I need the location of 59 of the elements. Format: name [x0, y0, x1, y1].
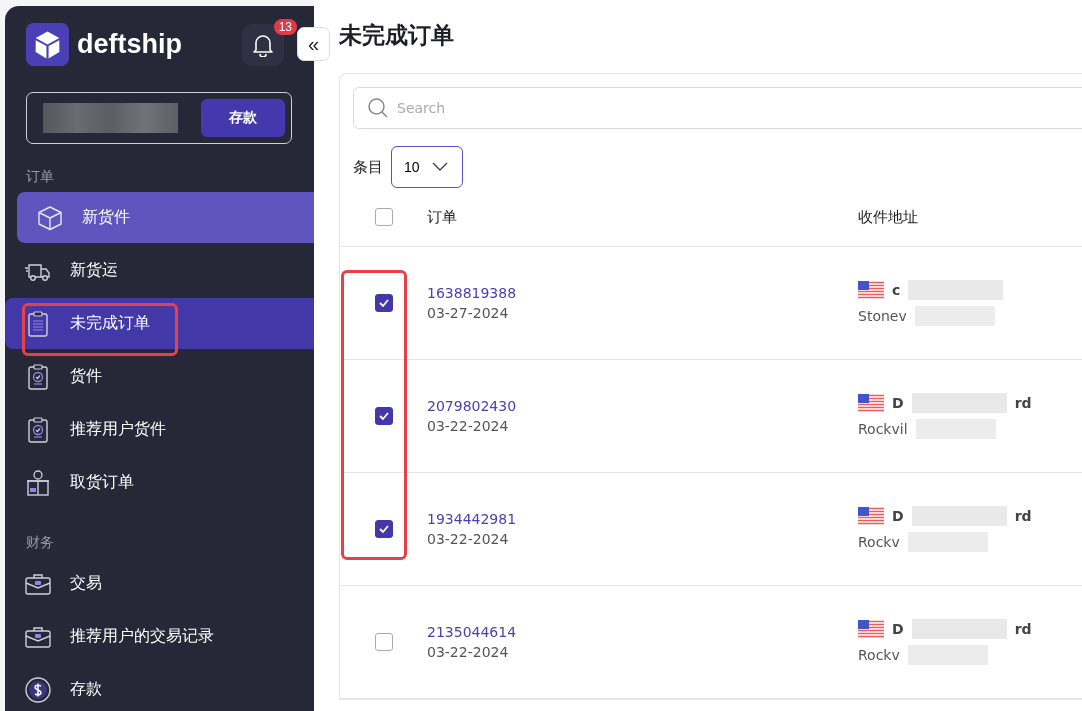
- recipient-name: rd: [1014, 508, 1032, 524]
- recipient-city: Rockv: [858, 534, 900, 550]
- sidebar-item[interactable]: 新货运: [5, 245, 314, 296]
- bell-icon: [252, 32, 274, 57]
- recipient-name: D: [892, 395, 904, 411]
- order-link[interactable]: 2135044614: [427, 624, 858, 640]
- recipient-name: rd: [1014, 395, 1032, 411]
- sidebar-item[interactable]: 取货订单: [5, 457, 314, 508]
- sidebar-item[interactable]: 存款: [5, 664, 314, 711]
- order-date: 03-22-2024: [427, 418, 510, 434]
- us-flag-icon: [858, 394, 884, 412]
- recipient-city: Rockvil: [858, 421, 908, 437]
- row-checkbox[interactable]: [374, 294, 393, 312]
- sidebar-item[interactable]: 推荐用户货件: [5, 404, 314, 455]
- order-link[interactable]: 1934442981: [427, 511, 858, 527]
- row-checkbox[interactable]: [374, 407, 393, 425]
- checkmark-icon: [377, 523, 390, 535]
- page-title: 未完成订单: [339, 21, 455, 50]
- column-header: 收件地址: [858, 207, 918, 227]
- box-clock-icon: [24, 468, 52, 497]
- cube-logo-icon: [26, 23, 69, 66]
- order-link[interactable]: 2079802430: [427, 398, 858, 414]
- select-all-checkbox[interactable]: [374, 208, 393, 226]
- order-date: 03-27-2024: [427, 305, 510, 321]
- dollar-coin-icon: [24, 675, 52, 704]
- us-flag-icon: [858, 620, 884, 638]
- section-title: 财务: [25, 533, 55, 552]
- sidebar-item[interactable]: 交易: [5, 558, 314, 609]
- cube-icon: [36, 203, 64, 232]
- deposit-button[interactable]: 存款: [201, 99, 285, 137]
- recipient-name: c: [892, 282, 901, 298]
- notification-count-badge: 13: [273, 18, 297, 35]
- section-title: 订单: [25, 167, 55, 186]
- recipient-city: Stonev: [858, 308, 907, 324]
- chevron-down-icon: [431, 162, 448, 172]
- recipient-name: D: [892, 621, 904, 637]
- checkmark-icon: [377, 297, 390, 309]
- brand-name: deftship: [77, 29, 182, 60]
- entries-label: 条目: [353, 157, 383, 177]
- sidebar-item[interactable]: 未完成订单: [5, 298, 314, 349]
- order-date: 03-22-2024: [427, 644, 510, 660]
- row-checkbox[interactable]: [374, 520, 393, 538]
- search-icon: [367, 97, 389, 119]
- sidebar-item[interactable]: 新货件: [17, 192, 314, 243]
- recipient-name: D: [892, 508, 904, 524]
- search-field[interactable]: Search: [353, 87, 1082, 129]
- sidebar-item[interactable]: 货件: [5, 351, 314, 402]
- row-checkbox[interactable]: [374, 633, 393, 651]
- sidebar-item[interactable]: 推荐用户的交易记录: [5, 611, 314, 662]
- order-link[interactable]: 1638819388: [427, 285, 858, 301]
- collapse-sidebar-button[interactable]: «: [297, 27, 330, 61]
- us-flag-icon: [858, 507, 884, 525]
- recipient-city: Rockv: [858, 647, 900, 663]
- column-header: 订单: [427, 207, 458, 227]
- page-size-select[interactable]: 10: [391, 146, 463, 188]
- order-date: 03-22-2024: [427, 531, 510, 547]
- us-flag-icon: [858, 281, 884, 299]
- recipient-name: rd: [1014, 621, 1032, 637]
- checkmark-icon: [377, 410, 390, 422]
